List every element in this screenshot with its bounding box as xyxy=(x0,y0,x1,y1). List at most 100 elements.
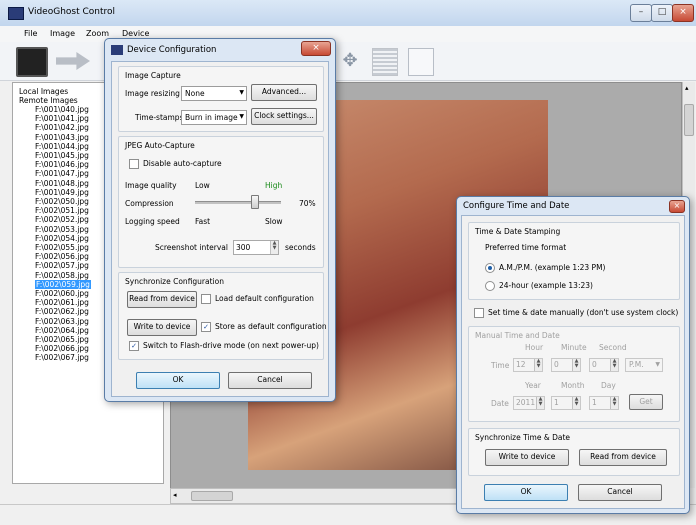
page-icon[interactable] xyxy=(408,48,434,76)
spin-arrows-icon[interactable]: ▲ ▼ xyxy=(536,397,544,409)
spin-arrows-icon[interactable]: ▲ ▼ xyxy=(610,359,618,371)
clock-settings-button[interactable]: Clock settings... xyxy=(251,108,317,125)
tree-item[interactable]: F:\001\043.jpg xyxy=(35,133,89,142)
tree-item[interactable]: F:\002\067.jpg xyxy=(35,353,89,362)
load-default-checkbox[interactable] xyxy=(201,294,211,304)
compression-slider-track[interactable] xyxy=(195,201,281,204)
main-titlebar[interactable]: VideoGhost Control – □ × xyxy=(0,0,696,27)
device-config-ok-button[interactable]: OK xyxy=(136,372,220,389)
device-config-cancel-button[interactable]: Cancel xyxy=(228,372,312,389)
tree-item[interactable]: F:\002\057.jpg xyxy=(35,261,89,270)
time-read-from-device-button[interactable]: Read from device xyxy=(579,449,667,466)
menu-device[interactable]: Device xyxy=(122,29,149,38)
tree-item[interactable]: F:\001\045.jpg xyxy=(35,151,89,160)
spin-arrows-icon[interactable]: ▲ ▼ xyxy=(534,359,542,371)
spin-arrows-icon[interactable]: ▲ ▼ xyxy=(572,359,580,371)
day-value: 1 xyxy=(592,398,597,407)
ampm-select[interactable]: P.M. ▼ xyxy=(625,358,663,372)
tree-item[interactable]: F:\001\042.jpg xyxy=(35,123,89,132)
month-stepper[interactable]: 1 ▲ ▼ xyxy=(551,396,581,410)
tree-item[interactable]: F:\002\058.jpg xyxy=(35,271,89,280)
second-label: Second xyxy=(599,343,627,352)
tree-item[interactable]: F:\001\047.jpg xyxy=(35,169,89,178)
tree-item[interactable]: F:\002\066.jpg xyxy=(35,344,89,353)
year-value: 2011 xyxy=(516,398,536,407)
timestamps-select[interactable]: Burn in image ▼ xyxy=(181,110,247,125)
compression-slider-thumb[interactable] xyxy=(251,195,259,209)
time-write-to-device-button[interactable]: Write to device xyxy=(485,449,569,466)
spin-arrows-icon[interactable]: ▲ ▼ xyxy=(572,397,580,409)
tree-item-label: F:\002\067.jpg xyxy=(35,353,89,363)
time-config-close-icon[interactable]: × xyxy=(669,200,685,213)
tree-item[interactable]: F:\002\065.jpg xyxy=(35,335,89,344)
write-to-device-button[interactable]: Write to device xyxy=(127,319,197,336)
grid-icon[interactable] xyxy=(372,48,398,76)
tree-remote-images[interactable]: Remote Images xyxy=(19,96,78,105)
tree-item-label: F:\001\044.jpg xyxy=(35,141,89,151)
tree-item[interactable]: F:\001\046.jpg xyxy=(35,160,89,169)
get-time-button[interactable]: Get xyxy=(629,394,663,410)
minute-stepper[interactable]: 0 ▲ ▼ xyxy=(551,358,581,372)
year-stepper[interactable]: 2011 ▲ ▼ xyxy=(513,396,545,410)
image-resizing-select[interactable]: None ▼ xyxy=(181,86,247,101)
move-icon[interactable]: ✥ xyxy=(338,50,362,74)
maximize-icon[interactable]: □ xyxy=(651,4,673,22)
tree-item[interactable]: F:\002\051.jpg xyxy=(35,206,89,215)
tree-item-label: F:\002\055.jpg xyxy=(35,243,89,252)
hour-stepper[interactable]: 12 ▲ ▼ xyxy=(513,358,543,372)
arrow-right-icon[interactable] xyxy=(56,52,90,70)
set-manual-checkbox[interactable] xyxy=(474,308,484,318)
image-resizing-value: None xyxy=(185,89,205,98)
ampm-radio[interactable] xyxy=(485,263,495,273)
tree-local-images[interactable]: Local Images xyxy=(19,87,68,96)
tree-item[interactable]: F:\002\055.jpg xyxy=(35,243,89,252)
spin-arrows-icon[interactable]: ▲ ▼ xyxy=(610,397,618,409)
capture-icon[interactable] xyxy=(16,47,48,77)
tree-item[interactable]: F:\002\053.jpg xyxy=(35,225,89,234)
menu-file[interactable]: File xyxy=(24,29,37,38)
tree-item-label: F:\001\046.jpg xyxy=(35,160,89,170)
screenshot-interval-stepper[interactable]: 300 ▲ ▼ xyxy=(233,240,279,255)
read-from-device-button[interactable]: Read from device xyxy=(127,291,197,308)
scroll-left-icon[interactable]: ◂ xyxy=(173,491,177,499)
tree-item[interactable]: F:\002\056.jpg xyxy=(35,252,89,261)
tree-item-label: F:\002\054.jpg xyxy=(35,233,89,243)
tree-item[interactable]: F:\001\044.jpg xyxy=(35,142,89,151)
menu-image[interactable]: Image xyxy=(50,29,75,38)
spin-arrows-icon[interactable]: ▲ ▼ xyxy=(270,241,278,254)
vscroll-thumb[interactable] xyxy=(684,104,694,136)
minimize-icon[interactable]: – xyxy=(630,4,652,22)
day-stepper[interactable]: 1 ▲ ▼ xyxy=(589,396,619,410)
tree-item-label: F:\002\063.jpg xyxy=(35,316,89,326)
tree-item-label: F:\001\041.jpg xyxy=(35,114,89,124)
tree-item[interactable]: F:\002\062.jpg xyxy=(35,307,89,316)
time-config-ok-button[interactable]: OK xyxy=(484,484,568,501)
advanced-button[interactable]: Advanced... xyxy=(251,84,317,101)
tree-item[interactable]: F:\001\040.jpg xyxy=(35,105,89,114)
close-icon[interactable]: × xyxy=(672,4,694,22)
tree-item[interactable]: F:\002\061.jpg xyxy=(35,298,89,307)
tree-item[interactable]: F:\002\052.jpg xyxy=(35,215,89,224)
tree-item[interactable]: F:\001\048.jpg xyxy=(35,179,89,188)
menu-zoom[interactable]: Zoom xyxy=(86,29,109,38)
second-value: 0 xyxy=(592,360,597,369)
tree-item[interactable]: F:\002\060.jpg xyxy=(35,289,89,298)
tree-item[interactable]: F:\002\059.jpg xyxy=(35,279,91,289)
hscroll-thumb[interactable] xyxy=(191,491,233,501)
scroll-up-icon[interactable]: ▴ xyxy=(685,84,689,92)
device-config-close-icon[interactable]: × xyxy=(301,41,331,56)
tree-item[interactable]: F:\002\054.jpg xyxy=(35,234,89,243)
flash-drive-mode-checkbox[interactable]: ✓ xyxy=(129,341,139,351)
time-config-cancel-button[interactable]: Cancel xyxy=(578,484,662,501)
second-stepper[interactable]: 0 ▲ ▼ xyxy=(589,358,619,372)
tree-item[interactable]: F:\001\049.jpg xyxy=(35,188,89,197)
store-default-checkbox[interactable]: ✓ xyxy=(201,322,211,332)
h24-radio[interactable] xyxy=(485,281,495,291)
tree-item[interactable]: F:\002\064.jpg xyxy=(35,326,89,335)
tree-item[interactable]: F:\002\063.jpg xyxy=(35,317,89,326)
minute-value: 0 xyxy=(554,360,559,369)
tree-item[interactable]: F:\001\041.jpg xyxy=(35,114,89,123)
disable-auto-capture-checkbox[interactable] xyxy=(129,159,139,169)
image-resizing-label: Image resizing xyxy=(125,89,180,98)
tree-item[interactable]: F:\002\050.jpg xyxy=(35,197,89,206)
